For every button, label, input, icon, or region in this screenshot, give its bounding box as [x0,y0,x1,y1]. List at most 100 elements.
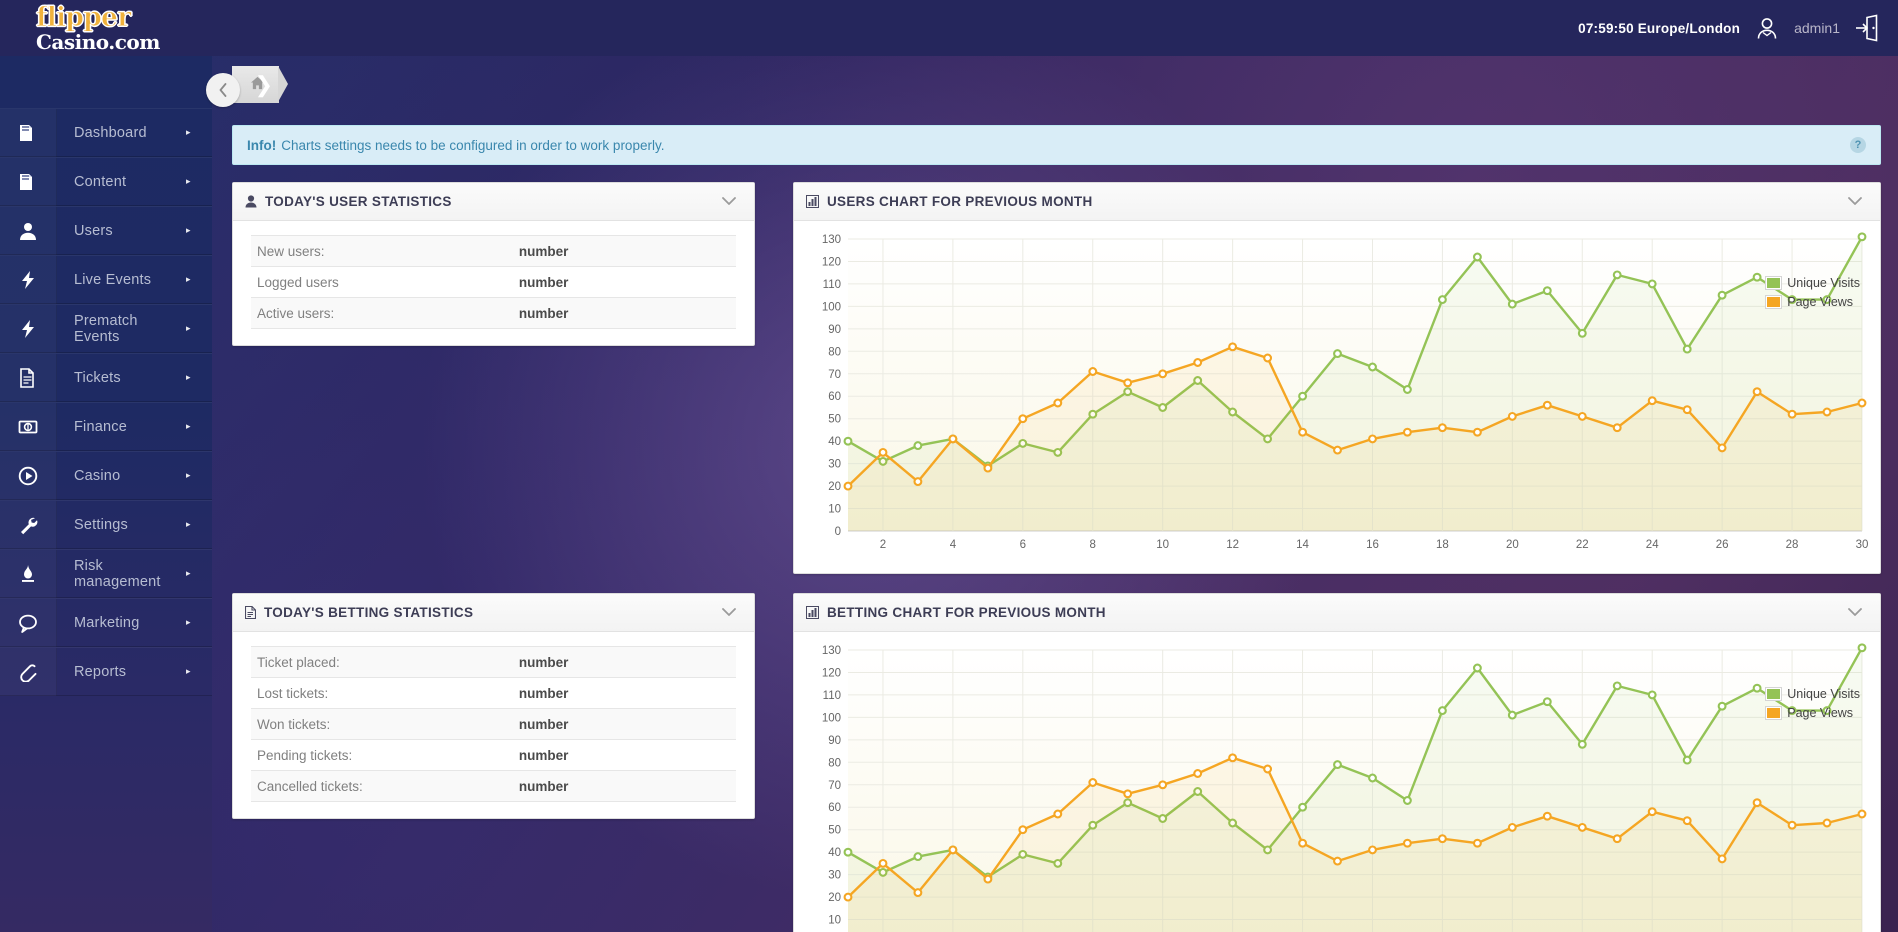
sidebar-item-label: Reports [57,664,186,680]
data-point [1474,429,1481,436]
betting-chart-legend: Unique VisitsPage Views [1766,684,1860,722]
y-tick-label: 20 [828,892,841,904]
y-tick-label: 10 [828,915,841,927]
stat-label: Cancelled tickets: [251,771,513,802]
x-tick-label: 8 [1090,539,1096,551]
sidebar-item-label: Tickets [57,370,186,386]
sidebar-top-spacer [0,56,212,108]
stat-value: number [513,740,736,771]
legend-item[interactable]: Unique Visits [1766,273,1860,292]
sidebar-item-reports[interactable]: Reports▸ [0,647,212,696]
data-point [1089,368,1096,375]
data-point [1019,826,1026,833]
data-point [1544,402,1551,409]
data-point [1019,415,1026,422]
data-point [1159,781,1166,788]
y-tick-label: 120 [822,256,841,268]
sidebar-item-casino[interactable]: Casino▸ [0,451,212,500]
data-point [1474,840,1481,847]
sidebar-item-users[interactable]: Users▸ [0,206,212,255]
file-icon [245,606,256,619]
legend-item[interactable]: Unique Visits [1766,684,1860,703]
panel-collapse-button[interactable] [1842,600,1868,626]
x-tick-label: 18 [1436,539,1449,551]
x-tick-label: 24 [1646,539,1659,551]
panel-body: New users:numberLogged usersnumberActive… [233,221,754,345]
data-point [1544,813,1551,820]
chevron-down-icon [1848,197,1862,206]
data-point [1404,386,1411,393]
y-tick-label: 80 [828,757,841,769]
panel-body: 0102030405060708090100110120130246810121… [794,221,1880,567]
legend-item[interactable]: Page Views [1766,292,1860,311]
data-point [1299,429,1306,436]
data-point [1649,692,1656,699]
question-icon[interactable]: ? [1850,137,1866,153]
data-point [1159,370,1166,377]
alert-text: Charts settings needs to be configured i… [281,138,664,153]
chevron-right-icon: ▸ [186,127,212,138]
table-row: Active users:number [251,298,736,329]
panel-betting-chart: BETTING CHART FOR PREVIOUS MONTH 0102030… [793,593,1881,932]
users-chart-canvas[interactable]: 0102030405060708090100110120130246810121… [804,229,1870,559]
data-point [1404,840,1411,847]
y-tick-label: 50 [828,825,841,837]
stat-label: Won tickets: [251,709,513,740]
user-avatar-icon[interactable] [1754,15,1780,41]
panel-collapse-button[interactable] [716,600,742,626]
sidebar-item-list: Dashboard▸Content▸Users▸Live Events▸Prem… [0,108,212,696]
users-chart-svg: 0102030405060708090100110120130246810121… [804,229,1870,559]
panel-title: TODAY's USER STATISTICS [265,194,452,209]
sidebar-item-prematch-events[interactable]: Prematch Events▸ [0,304,212,353]
chevron-right-icon: ▸ [186,666,212,677]
data-point [915,889,922,896]
dashboard-page: flipper Casino.com 07:59:50 Europe/Londo… [0,0,1898,932]
chevron-right-icon: ▸ [186,225,212,236]
y-tick-label: 100 [822,712,841,724]
sidebar-item-dashboard[interactable]: Dashboard▸ [0,108,212,157]
data-point [1509,824,1516,831]
panel-collapse-button[interactable] [716,189,742,215]
data-point [845,849,852,856]
data-point [1684,346,1691,353]
legend-item[interactable]: Page Views [1766,703,1860,722]
data-point [985,876,992,883]
book-icon [0,158,57,206]
betting-chart-canvas[interactable]: 0102030405060708090100110120130246810121… [804,640,1870,932]
data-point [1509,712,1516,719]
y-tick-label: 40 [828,436,841,448]
data-point [1334,447,1341,454]
x-tick-label: 30 [1856,539,1869,551]
sidebar-item-label: Finance [57,419,186,435]
chevron-right-icon: ▸ [186,274,212,285]
sidebar-item-finance[interactable]: Finance▸ [0,402,212,451]
user-icon [0,207,57,255]
data-point [1754,388,1761,395]
data-point [1124,790,1131,797]
sidebar-item-marketing[interactable]: Marketing▸ [0,598,212,647]
panel-collapse-button[interactable] [1842,189,1868,215]
sidebar-collapse-button[interactable] [206,73,240,107]
sidebar-item-tickets[interactable]: Tickets▸ [0,353,212,402]
y-tick-label: 30 [828,870,841,882]
data-point [1509,301,1516,308]
sidebar-item-content[interactable]: Content▸ [0,157,212,206]
data-point [1859,400,1866,407]
brand-logo[interactable]: flipper Casino.com [36,4,186,52]
x-tick-label: 14 [1296,539,1309,551]
data-point [1334,858,1341,865]
table-row: Logged usersnumber [251,267,736,298]
data-point [915,442,922,449]
legend-label: Unique Visits [1787,276,1860,290]
clock-label: 07:59:50 Europe/London [1578,21,1740,36]
data-point [1369,436,1376,443]
top-bar-right: 07:59:50 Europe/London admin1 [1578,0,1880,56]
y-tick-label: 40 [828,847,841,859]
logout-door-icon[interactable] [1854,14,1880,42]
sidebar-item-settings[interactable]: Settings▸ [0,500,212,549]
sidebar-item-risk-management[interactable]: Risk management▸ [0,549,212,598]
legend-label: Page Views [1787,295,1853,309]
data-point [1614,272,1621,279]
data-point [1579,741,1586,748]
sidebar-item-live-events[interactable]: Live Events▸ [0,255,212,304]
